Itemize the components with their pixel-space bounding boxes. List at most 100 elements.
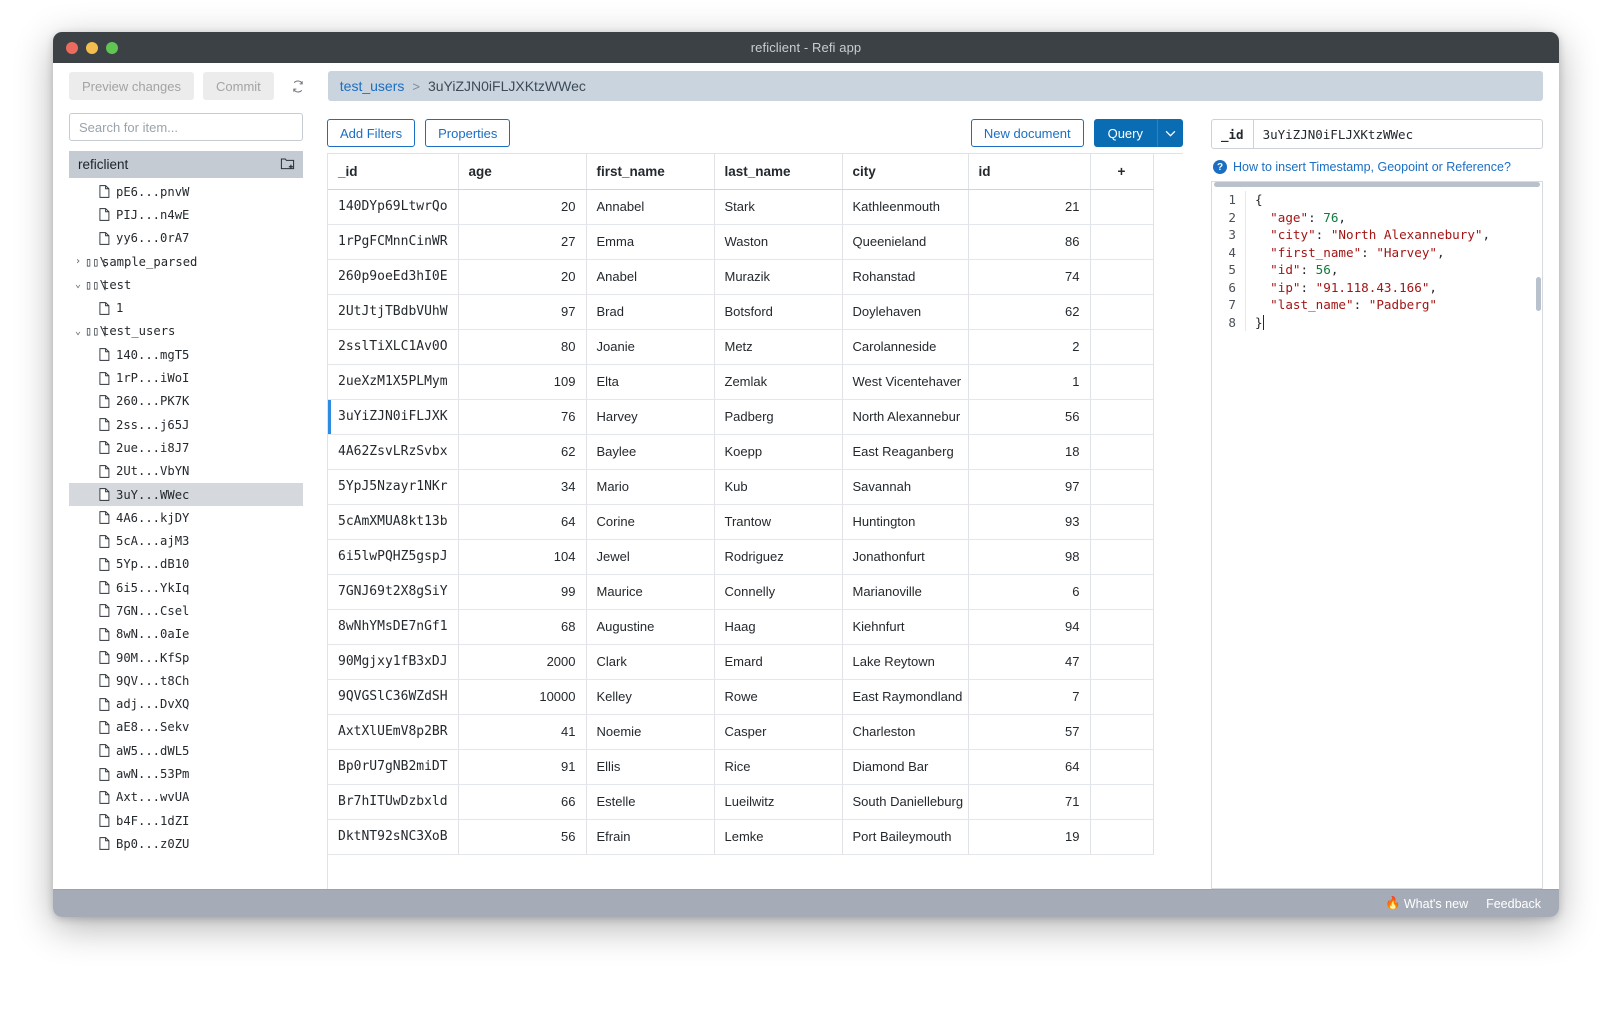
- cell-last_name[interactable]: Kub: [714, 469, 843, 505]
- insert-help-link[interactable]: ? How to insert Timestamp, Geopoint or R…: [1213, 160, 1543, 174]
- sidebar-item-1[interactable]: 1: [69, 296, 303, 319]
- sidebar-item-pijn4we[interactable]: PIJ...n4wE: [69, 203, 303, 226]
- column-header-last_name[interactable]: last_name: [714, 154, 843, 190]
- cell-id[interactable]: 86: [968, 224, 1091, 260]
- cell-age[interactable]: 10000: [458, 679, 587, 715]
- table-row[interactable]: 260p9oeEd3hI0E 20 Anabel Murazik Rohanstad 74: [328, 259, 1154, 295]
- cell-first_name[interactable]: Ellis: [586, 749, 715, 785]
- cell-age[interactable]: 64: [458, 504, 587, 540]
- cell-city[interactable]: Queenieland: [842, 224, 969, 260]
- table-row[interactable]: 1rPgFCMnnCinWR 27 Emma Waston Queenieland 86: [328, 224, 1154, 260]
- cell-age[interactable]: 68: [458, 609, 587, 645]
- cell-city[interactable]: Kiehnfurt: [842, 609, 969, 645]
- add-column-icon[interactable]: +: [1090, 154, 1154, 190]
- cell-last_name[interactable]: Padberg: [714, 399, 843, 435]
- editor-line[interactable]: 8}: [1212, 313, 1542, 332]
- cell-first_name[interactable]: Harvey: [586, 399, 715, 435]
- cell-city[interactable]: Carolanneside: [842, 329, 969, 365]
- cell-last_name[interactable]: Rowe: [714, 679, 843, 715]
- properties-button[interactable]: Properties: [425, 119, 511, 147]
- sidebar-item-bp0z0zu[interactable]: Bp0...z0ZU: [69, 832, 303, 855]
- breadcrumb-collection-link[interactable]: test_users: [340, 78, 405, 94]
- editor-vertical-scrollbar[interactable]: [1536, 277, 1541, 311]
- editor-line[interactable]: 2 "age": 76,: [1212, 208, 1542, 227]
- cell-id[interactable]: 57: [968, 714, 1091, 750]
- cell-_id[interactable]: 6i5lwPQHZ5gspJ: [328, 539, 459, 575]
- cell-city[interactable]: Marianoville: [842, 574, 969, 610]
- editor-line-text[interactable]: "age": 76,: [1246, 209, 1346, 227]
- sidebar-item-140mgt5[interactable]: 140...mgT5: [69, 343, 303, 366]
- cell-id[interactable]: 94: [968, 609, 1091, 645]
- cell-last_name[interactable]: Murazik: [714, 259, 843, 295]
- table-row[interactable]: Br7hITUwDzbxld 66 Estelle Lueilwitz South Da…: [328, 784, 1154, 820]
- cell-first_name[interactable]: Clark: [586, 644, 715, 680]
- add-filters-button[interactable]: Add Filters: [327, 119, 416, 147]
- cell-first_name[interactable]: Maurice: [586, 574, 715, 610]
- sidebar-item-2ssj65j[interactable]: 2ss...j65J: [69, 413, 303, 436]
- cell-_id[interactable]: 8wNhYMsDE7nGf1: [328, 609, 459, 645]
- cell-age[interactable]: 41: [458, 714, 587, 750]
- editor-line-text[interactable]: "last_name": "Padberg": [1246, 296, 1437, 314]
- table-row[interactable]: 90Mgjxy1fB3xDJ 2000 Clark Emard Lake Reytown…: [328, 644, 1154, 680]
- cell-city[interactable]: Kathleenmouth: [842, 189, 969, 225]
- cell-first_name[interactable]: Augustine: [586, 609, 715, 645]
- cell-id[interactable]: 93: [968, 504, 1091, 540]
- table-row[interactable]: 7GNJ69t2X8gSiY 99 Maurice Connelly Marianovi…: [328, 574, 1154, 610]
- cell-_id[interactable]: 140DYp69LtwrQo: [328, 189, 459, 225]
- cell-city[interactable]: Savannah: [842, 469, 969, 505]
- table-row[interactable]: 5cAmXMUA8kt13b 64 Corine Trantow Huntington 9…: [328, 504, 1154, 540]
- cell-first_name[interactable]: Noemie: [586, 714, 715, 750]
- cell-_id[interactable]: 3uYiZJN0iFLJXK: [328, 399, 459, 435]
- cell-first_name[interactable]: Brad: [586, 294, 715, 330]
- sidebar-item-yy60ra7[interactable]: yy6...0rA7: [69, 227, 303, 250]
- table-row[interactable]: 9QVGSlC36WZdSH 10000 Kelley Rowe East Raymon…: [328, 679, 1154, 715]
- cell-id[interactable]: 7: [968, 679, 1091, 715]
- editor-line-text[interactable]: "first_name": "Harvey",: [1246, 244, 1444, 262]
- cell-city[interactable]: Port Baileymouth: [842, 819, 969, 855]
- cell-age[interactable]: 97: [458, 294, 587, 330]
- cell-first_name[interactable]: Elta: [586, 364, 715, 400]
- editor-line-text[interactable]: }: [1246, 314, 1272, 332]
- feedback-button[interactable]: Feedback: [1486, 897, 1541, 911]
- sidebar-item-4a6kjdy[interactable]: 4A6...kjDY: [69, 506, 303, 529]
- json-editor[interactable]: 1{2 "age": 76, 3 "city": "North Alexanneb…: [1211, 181, 1543, 889]
- cell-city[interactable]: South Danielleburg: [842, 784, 969, 820]
- cell-last_name[interactable]: Stark: [714, 189, 843, 225]
- cell-first_name[interactable]: Annabel: [586, 189, 715, 225]
- table-row[interactable]: 4A62ZsvLRzSvbx 62 Baylee Koepp East Reaganbe…: [328, 434, 1154, 470]
- cell-age[interactable]: 66: [458, 784, 587, 820]
- cell-last_name[interactable]: Waston: [714, 224, 843, 260]
- table-row[interactable]: 5YpJ5Nzayr1NKr 34 Mario Kub Savannah 97: [328, 469, 1154, 505]
- editor-line-text[interactable]: "ip": "91.118.43.166",: [1246, 279, 1437, 297]
- cell-city[interactable]: Lake Reytown: [842, 644, 969, 680]
- sidebar-item-aw5dwl5[interactable]: aW5...dWL5: [69, 739, 303, 762]
- cell-_id[interactable]: 2UtJtjTBdbVUhW: [328, 294, 459, 330]
- cell-first_name[interactable]: Corine: [586, 504, 715, 540]
- cell-city[interactable]: Jonathonfurt: [842, 539, 969, 575]
- cell-_id[interactable]: 7GNJ69t2X8gSiY: [328, 574, 459, 610]
- chevron-down-icon[interactable]: [1157, 119, 1183, 147]
- cell-age[interactable]: 91: [458, 749, 587, 785]
- sidebar-item-8wn0aie[interactable]: 8wN...0aIe: [69, 623, 303, 646]
- sidebar-item-b4f1dzi[interactable]: b4F...1dZI: [69, 809, 303, 832]
- cell-_id[interactable]: 5YpJ5Nzayr1NKr: [328, 469, 459, 505]
- cell-age[interactable]: 20: [458, 189, 587, 225]
- cell-_id[interactable]: 2sslTiXLC1Av0O: [328, 329, 459, 365]
- refresh-icon[interactable]: [285, 73, 311, 99]
- sidebar-item-5ypdb10[interactable]: 5Yp...dB10: [69, 553, 303, 576]
- sidebar-item-9qvt8ch[interactable]: 9QV...t8Ch: [69, 669, 303, 692]
- cell-age[interactable]: 34: [458, 469, 587, 505]
- cell-id[interactable]: 18: [968, 434, 1091, 470]
- cell-city[interactable]: East Raymondland: [842, 679, 969, 715]
- cell-city[interactable]: North Alexannebur: [842, 399, 969, 435]
- table-row[interactable]: AxtXlUEmV8p2BR 41 Noemie Casper Charleston 57: [328, 714, 1154, 750]
- cell-id[interactable]: 62: [968, 294, 1091, 330]
- document-id-value[interactable]: 3uYiZJN0iFLJXKtzWWec: [1254, 127, 1423, 142]
- cell-last_name[interactable]: Rice: [714, 749, 843, 785]
- cell-city[interactable]: East Reaganberg: [842, 434, 969, 470]
- sidebar-item-90mkfsp[interactable]: 90M...KfSp: [69, 646, 303, 669]
- editor-line[interactable]: 3 "city": "North Alexannebury",: [1212, 226, 1542, 244]
- table-row[interactable]: Bp0rU7gNB2miDT 91 Ellis Rice Diamond Bar 64: [328, 749, 1154, 785]
- editor-line-text[interactable]: "id": 56,: [1246, 261, 1338, 279]
- sidebar-item-sampleparsed[interactable]: › ▯▯\ sample_parsed: [69, 250, 303, 273]
